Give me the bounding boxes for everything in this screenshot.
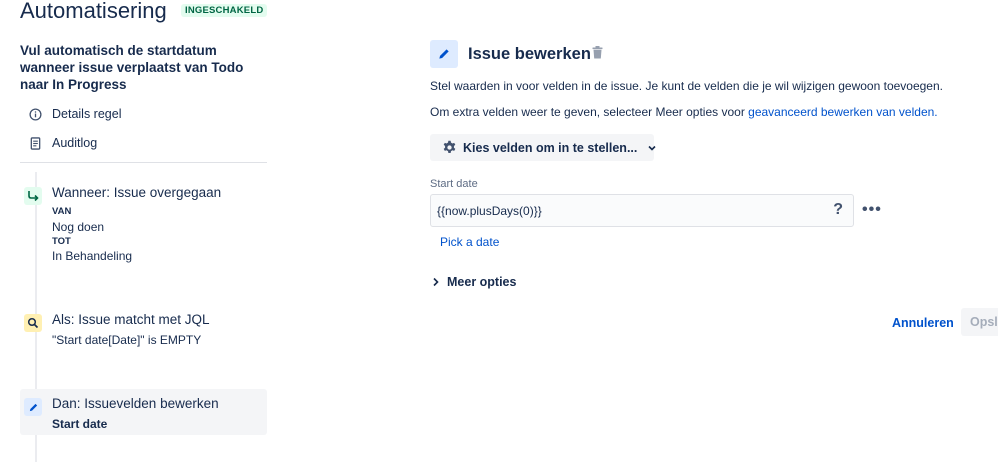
chevron-down-icon bbox=[647, 143, 657, 153]
transition-icon bbox=[24, 187, 42, 205]
choose-fields-label: Kies velden om in te stellen... bbox=[463, 140, 638, 155]
condition-detail: "Start date[Date]" is EMPTY bbox=[52, 333, 202, 347]
condition-title: Als: Issue matcht met JQL bbox=[52, 312, 210, 327]
pick-date-link[interactable]: Pick a date bbox=[440, 235, 499, 249]
sidebar-divider bbox=[20, 162, 267, 163]
chevron-right-icon bbox=[432, 277, 440, 287]
pencil-icon bbox=[430, 40, 458, 68]
to-value: In Behandeling bbox=[52, 249, 133, 263]
save-button[interactable]: Opslaan bbox=[961, 308, 998, 336]
condition-step[interactable]: Als: Issue matcht met JQL "Start date[Da… bbox=[22, 312, 267, 352]
trash-icon[interactable] bbox=[592, 46, 604, 60]
gear-icon bbox=[442, 140, 457, 155]
editor-title: Issue bewerken bbox=[468, 45, 591, 63]
rule-title: Vul automatisch de startdatum wanneer is… bbox=[20, 43, 244, 92]
choose-fields-button[interactable]: Kies velden om in te stellen... bbox=[430, 134, 657, 161]
trigger-step[interactable]: Wanneer: Issue overgegaan VAN Nog doen T… bbox=[22, 185, 267, 265]
search-icon bbox=[24, 314, 42, 332]
sidebar-item-label: Details regel bbox=[52, 107, 122, 121]
info-icon bbox=[28, 107, 42, 121]
status-badge: INGESCHAKELD bbox=[181, 4, 268, 17]
more-options-label: Meer opties bbox=[447, 275, 517, 289]
from-value: Nog doen bbox=[52, 220, 105, 234]
start-date-label: Start date bbox=[430, 178, 478, 190]
action-title: Dan: Issuevelden bewerken bbox=[52, 396, 219, 411]
sidebar-item-label: Auditlog bbox=[52, 136, 98, 150]
to-label: TOT bbox=[52, 236, 71, 247]
editor-description: Stel waarden in voor velden in de issue.… bbox=[430, 79, 943, 93]
sidebar-item-auditlog[interactable]: Auditlog bbox=[28, 133, 97, 153]
more-options-toggle[interactable]: Meer opties bbox=[432, 275, 516, 289]
action-step[interactable]: Dan: Issuevelden bewerken Start date bbox=[22, 396, 267, 432]
pencil-icon bbox=[24, 398, 42, 416]
trigger-title: Wanneer: Issue overgegaan bbox=[52, 185, 222, 200]
sidebar-item-details[interactable]: Details regel bbox=[28, 104, 121, 124]
advanced-edit-hint: Om extra velden weer te geven, selecteer… bbox=[430, 105, 938, 119]
start-date-input[interactable]: {{now.plusDays(0)}} ? bbox=[430, 194, 854, 227]
cancel-button[interactable]: Annuleren bbox=[884, 311, 962, 335]
action-detail: Start date bbox=[52, 417, 108, 431]
document-icon bbox=[28, 136, 42, 150]
more-actions-icon[interactable]: ••• bbox=[862, 201, 882, 219]
from-label: VAN bbox=[52, 206, 72, 217]
page-title: Automatisering bbox=[20, 0, 167, 23]
advanced-edit-link[interactable]: geavanceerd bewerken van velden. bbox=[748, 105, 937, 119]
help-icon[interactable]: ? bbox=[833, 201, 843, 219]
hint-text: Om extra velden weer te geven, selecteer… bbox=[430, 105, 749, 119]
start-date-value: {{now.plusDays(0)}} bbox=[437, 203, 542, 218]
